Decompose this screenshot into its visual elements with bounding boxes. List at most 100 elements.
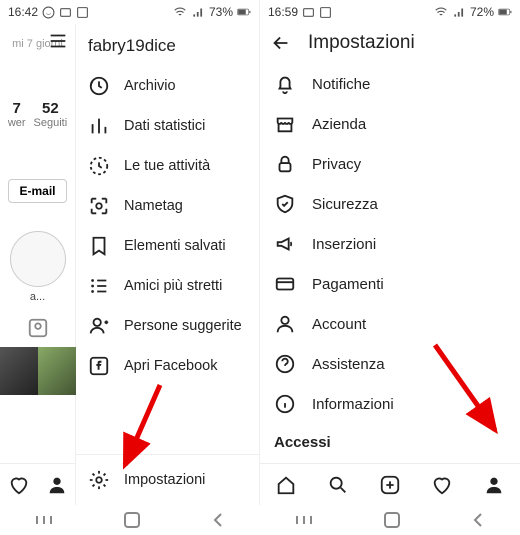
profile-strip: mi 7 giorni 7 wer 52 Seguiti E-mail a... [0, 24, 76, 505]
story-highlight-circle[interactable] [10, 231, 66, 287]
drawer-item-label: Nametag [124, 198, 183, 214]
settings-list: Notifiche Azienda Privacy Sicurezza Inse… [260, 64, 520, 463]
profile-icon[interactable] [483, 474, 505, 496]
email-button[interactable]: E-mail [8, 179, 66, 203]
archive-icon [88, 75, 110, 97]
add-user-icon [88, 315, 110, 337]
drawer-item-nametag[interactable]: Nametag [76, 186, 259, 226]
settings-item-label: Privacy [312, 156, 361, 173]
gear-icon [88, 469, 110, 491]
info-icon [274, 393, 296, 415]
followers-label: wer [8, 117, 26, 129]
back-button[interactable] [470, 512, 486, 528]
bottom-nav [0, 463, 76, 505]
photo-grid[interactable] [0, 347, 76, 395]
menu-icon[interactable] [47, 30, 69, 52]
settings-item-payments[interactable]: Pagamenti [260, 264, 520, 304]
back-button[interactable] [210, 512, 226, 528]
drawer-item-discover[interactable]: Persone suggerite [76, 306, 259, 346]
settings-item-ads[interactable]: Inserzioni [260, 224, 520, 264]
activity-icon [88, 155, 110, 177]
stats-row[interactable]: 7 wer 52 Seguiti [8, 100, 67, 129]
settings-item-account[interactable]: Account [260, 304, 520, 344]
battery-text: 72% [470, 5, 494, 19]
settings-item-privacy[interactable]: Privacy [260, 144, 520, 184]
drawer-item-close-friends[interactable]: Amici più stretti [76, 266, 259, 306]
image-icon [76, 6, 89, 19]
drawer-item-facebook[interactable]: Apri Facebook [76, 346, 259, 386]
settings-item-label: Account [312, 316, 366, 333]
status-bar: 16:42 73% [0, 0, 259, 24]
user-icon [274, 313, 296, 335]
settings-item-label: Informazioni [312, 396, 394, 413]
settings-item-notifications[interactable]: Notifiche [260, 64, 520, 104]
add-post-icon[interactable] [379, 474, 401, 496]
heart-icon[interactable] [431, 474, 453, 496]
status-time: 16:42 [8, 5, 38, 19]
settings-item-help[interactable]: Assistenza [260, 344, 520, 384]
drawer-item-saved[interactable]: Elementi salvati [76, 226, 259, 266]
message-icon [302, 6, 315, 19]
photo-thumb[interactable] [38, 347, 76, 395]
drawer-item-insights[interactable]: Dati statistici [76, 106, 259, 146]
following-count: 52 [34, 100, 68, 117]
signal-icon [452, 5, 466, 19]
whatsapp-icon [42, 6, 55, 19]
settings-item-label: Inserzioni [312, 236, 376, 253]
settings-item-business[interactable]: Azienda [260, 104, 520, 144]
section-header-logins: Accessi [260, 424, 520, 457]
home-button[interactable] [123, 511, 141, 529]
drawer-item-archive[interactable]: Archivio [76, 66, 259, 106]
bookmark-icon [88, 235, 110, 257]
image-icon [319, 6, 332, 19]
search-icon[interactable] [327, 474, 349, 496]
recents-button[interactable] [34, 513, 54, 527]
following-label: Seguiti [34, 117, 68, 129]
settings-item-label: Assistenza [312, 356, 385, 373]
settings-item-label: Azienda [312, 116, 366, 133]
profile-icon[interactable] [46, 474, 68, 496]
screen-profile-drawer: 16:42 73% mi 7 giorni 7 wer [0, 0, 260, 505]
drawer-username[interactable]: fabry19dice [76, 30, 259, 66]
drawer-item-label: Archivio [124, 78, 176, 94]
back-icon[interactable] [270, 32, 292, 54]
page-title: Impostazioni [308, 32, 415, 54]
drawer-item-settings[interactable]: Impostazioni [88, 469, 247, 491]
wifi-icon [173, 5, 187, 19]
tagged-tab-icon[interactable] [27, 317, 49, 339]
facebook-icon [88, 355, 110, 377]
drawer-item-label: Apri Facebook [124, 358, 218, 374]
photo-thumb[interactable] [0, 347, 38, 395]
nametag-icon [88, 195, 110, 217]
drawer-item-label: Le tue attività [124, 158, 210, 174]
shield-icon [274, 193, 296, 215]
system-nav [0, 505, 520, 535]
recents-button[interactable] [294, 513, 314, 527]
heart-icon[interactable] [8, 474, 30, 496]
followers-count: 7 [8, 100, 26, 117]
drawer-item-label: Elementi salvati [124, 238, 226, 254]
settings-header: Impostazioni [260, 24, 520, 64]
storefront-icon [274, 113, 296, 135]
drawer-item-label: Impostazioni [124, 472, 205, 488]
card-icon [274, 273, 296, 295]
wifi-icon [434, 5, 448, 19]
help-icon [274, 353, 296, 375]
chart-icon [88, 115, 110, 137]
settings-item-about[interactable]: Informazioni [260, 384, 520, 424]
bottom-nav [260, 463, 520, 505]
story-highlight-label: a... [30, 291, 45, 303]
signal-icon [191, 5, 205, 19]
home-icon[interactable] [275, 474, 297, 496]
drawer-item-activity[interactable]: Le tue attività [76, 146, 259, 186]
settings-item-label: Pagamenti [312, 276, 384, 293]
settings-item-label: Sicurezza [312, 196, 378, 213]
drawer-item-label: Dati statistici [124, 118, 205, 134]
status-time: 16:59 [268, 5, 298, 19]
settings-item-label: Notifiche [312, 76, 370, 93]
side-drawer: fabry19dice Archivio Dati statistici Le … [76, 24, 259, 505]
lock-icon [274, 153, 296, 175]
settings-item-security[interactable]: Sicurezza [260, 184, 520, 224]
screen-settings: 16:59 72% Impostazioni Notifiche Azi [260, 0, 520, 505]
home-button[interactable] [383, 511, 401, 529]
